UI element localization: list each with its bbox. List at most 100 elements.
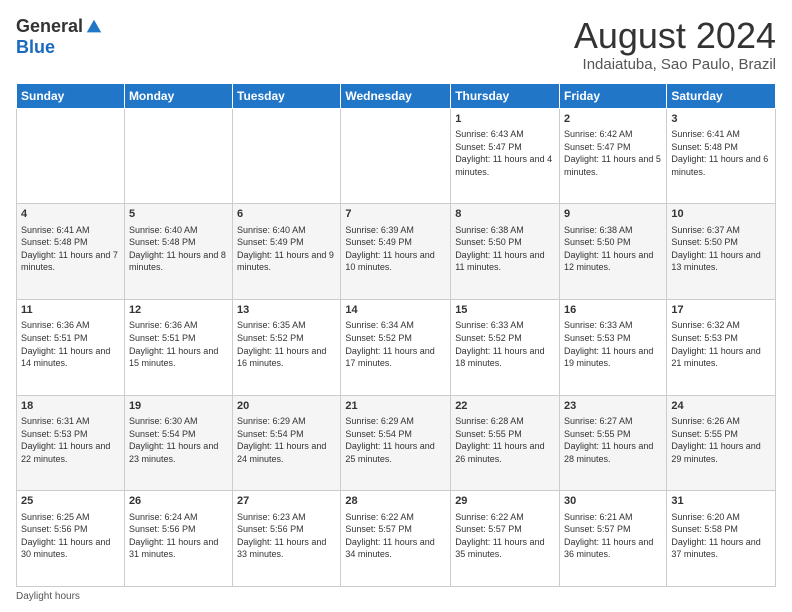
day-number: 14	[345, 303, 446, 318]
day-info: Sunrise: 6:32 AM Sunset: 5:53 PM Dayligh…	[671, 319, 771, 369]
calendar-cell: 16Sunrise: 6:33 AM Sunset: 5:53 PM Dayli…	[560, 299, 667, 395]
day-number: 30	[564, 494, 662, 509]
calendar-cell	[233, 108, 341, 204]
calendar-table: SundayMondayTuesdayWednesdayThursdayFrid…	[16, 83, 776, 587]
calendar-cell: 1Sunrise: 6:43 AM Sunset: 5:47 PM Daylig…	[451, 108, 560, 204]
page: General Blue August 2024 Indaiatuba, Sao…	[0, 0, 792, 612]
calendar-cell: 4 Sunrise: 6:41 AM Sunset: 5:48 PM Daylig…	[17, 204, 125, 300]
calendar-cell: 28 Sunrise: 6:22 AM Sunset: 5:57 PM Dayli…	[341, 491, 451, 587]
title-location: Indaiatuba, Sao Paulo, Brazil	[574, 56, 776, 73]
calendar-cell: 12Sunrise: 6:36 AM Sunset: 5:51 PM Dayli…	[124, 299, 232, 395]
footer-note: Daylight hours	[16, 591, 776, 602]
day-info: Sunrise: 6:23 AM Sunset: 5:56 PM Dayligh…	[237, 511, 336, 561]
day-info: Sunrise: 6:40 AM Sunset: 5:49 PM Dayligh…	[237, 224, 336, 274]
week-row-1: 4 Sunrise: 6:41 AM Sunset: 5:48 PM Daylig…	[17, 204, 776, 300]
header-day-wednesday: Wednesday	[341, 83, 451, 108]
day-info: Sunrise: 6:36 AM Sunset: 5:51 PM Dayligh…	[21, 319, 120, 369]
calendar-cell: 30 Sunrise: 6:21 AM Sunset: 5:57 PM Dayli…	[560, 491, 667, 587]
week-row-3: 18Sunrise: 6:31 AM Sunset: 5:53 PM Dayli…	[17, 395, 776, 491]
day-info: Sunrise: 6:25 AM Sunset: 5:56 PM Dayligh…	[21, 511, 120, 561]
day-info: Sunrise: 6:33 AM Sunset: 5:53 PM Dayligh…	[564, 319, 662, 369]
calendar-cell: 23Sunrise: 6:27 AM Sunset: 5:55 PM Dayli…	[560, 395, 667, 491]
day-info: Sunrise: 6:38 AM Sunset: 5:50 PM Dayligh…	[564, 224, 662, 274]
calendar-cell: 19Sunrise: 6:30 AM Sunset: 5:54 PM Dayli…	[124, 395, 232, 491]
header: General Blue August 2024 Indaiatuba, Sao…	[16, 16, 776, 73]
day-number: 26	[129, 494, 228, 509]
day-number: 6	[237, 207, 336, 222]
calendar-cell	[17, 108, 125, 204]
header-row: SundayMondayTuesdayWednesdayThursdayFrid…	[17, 83, 776, 108]
day-info: Sunrise: 6:30 AM Sunset: 5:54 PM Dayligh…	[129, 415, 228, 465]
day-info: Sunrise: 6:31 AM Sunset: 5:53 PM Dayligh…	[21, 415, 120, 465]
calendar-cell: 2Sunrise: 6:42 AM Sunset: 5:47 PM Daylig…	[560, 108, 667, 204]
calendar-cell: 20Sunrise: 6:29 AM Sunset: 5:54 PM Dayli…	[233, 395, 341, 491]
day-number: 8	[455, 207, 555, 222]
day-number: 12	[129, 303, 228, 318]
day-number: 31	[671, 494, 771, 509]
calendar-cell: 24Sunrise: 6:26 AM Sunset: 5:55 PM Dayli…	[667, 395, 776, 491]
day-info: Sunrise: 6:39 AM Sunset: 5:49 PM Dayligh…	[345, 224, 446, 274]
calendar-cell: 6 Sunrise: 6:40 AM Sunset: 5:49 PM Daylig…	[233, 204, 341, 300]
day-info: Sunrise: 6:36 AM Sunset: 5:51 PM Dayligh…	[129, 319, 228, 369]
day-number: 23	[564, 399, 662, 414]
day-info: Sunrise: 6:28 AM Sunset: 5:55 PM Dayligh…	[455, 415, 555, 465]
day-info: Sunrise: 6:41 AM Sunset: 5:48 PM Dayligh…	[21, 224, 120, 274]
calendar-cell: 9Sunrise: 6:38 AM Sunset: 5:50 PM Daylig…	[560, 204, 667, 300]
day-info: Sunrise: 6:26 AM Sunset: 5:55 PM Dayligh…	[671, 415, 771, 465]
day-number: 5	[129, 207, 228, 222]
calendar-cell: 25 Sunrise: 6:25 AM Sunset: 5:56 PM Dayli…	[17, 491, 125, 587]
header-day-thursday: Thursday	[451, 83, 560, 108]
day-number: 15	[455, 303, 555, 318]
calendar-cell	[124, 108, 232, 204]
logo-general-text: General	[16, 16, 83, 37]
day-number: 18	[21, 399, 120, 414]
calendar-cell: 11Sunrise: 6:36 AM Sunset: 5:51 PM Dayli…	[17, 299, 125, 395]
calendar-cell: 15Sunrise: 6:33 AM Sunset: 5:52 PM Dayli…	[451, 299, 560, 395]
calendar-cell: 18Sunrise: 6:31 AM Sunset: 5:53 PM Dayli…	[17, 395, 125, 491]
day-number: 10	[671, 207, 771, 222]
title-month: August 2024	[574, 16, 776, 56]
header-day-friday: Friday	[560, 83, 667, 108]
day-info: Sunrise: 6:22 AM Sunset: 5:57 PM Dayligh…	[345, 511, 446, 561]
day-number: 3	[671, 112, 771, 127]
day-number: 11	[21, 303, 120, 318]
calendar-cell: 7Sunrise: 6:39 AM Sunset: 5:49 PM Daylig…	[341, 204, 451, 300]
day-info: Sunrise: 6:22 AM Sunset: 5:57 PM Dayligh…	[455, 511, 555, 561]
day-info: Sunrise: 6:29 AM Sunset: 5:54 PM Dayligh…	[237, 415, 336, 465]
day-number: 27	[237, 494, 336, 509]
logo-blue-text: Blue	[16, 37, 55, 58]
day-info: Sunrise: 6:34 AM Sunset: 5:52 PM Dayligh…	[345, 319, 446, 369]
day-info: Sunrise: 6:38 AM Sunset: 5:50 PM Dayligh…	[455, 224, 555, 274]
day-number: 20	[237, 399, 336, 414]
day-number: 19	[129, 399, 228, 414]
day-info: Sunrise: 6:21 AM Sunset: 5:57 PM Dayligh…	[564, 511, 662, 561]
day-number: 2	[564, 112, 662, 127]
calendar-cell: 13Sunrise: 6:35 AM Sunset: 5:52 PM Dayli…	[233, 299, 341, 395]
calendar-cell: 10 Sunrise: 6:37 AM Sunset: 5:50 PM Dayli…	[667, 204, 776, 300]
day-info: Sunrise: 6:27 AM Sunset: 5:55 PM Dayligh…	[564, 415, 662, 465]
header-day-tuesday: Tuesday	[233, 83, 341, 108]
calendar-cell: 29Sunrise: 6:22 AM Sunset: 5:57 PM Dayli…	[451, 491, 560, 587]
header-day-monday: Monday	[124, 83, 232, 108]
logo-icon	[85, 18, 103, 36]
day-number: 13	[237, 303, 336, 318]
calendar-cell: 27 Sunrise: 6:23 AM Sunset: 5:56 PM Dayli…	[233, 491, 341, 587]
day-number: 28	[345, 494, 446, 509]
day-number: 4	[21, 207, 120, 222]
day-number: 25	[21, 494, 120, 509]
day-number: 21	[345, 399, 446, 414]
day-number: 1	[455, 112, 555, 127]
week-row-0: 1Sunrise: 6:43 AM Sunset: 5:47 PM Daylig…	[17, 108, 776, 204]
day-info: Sunrise: 6:20 AM Sunset: 5:58 PM Dayligh…	[671, 511, 771, 561]
day-info: Sunrise: 6:29 AM Sunset: 5:54 PM Dayligh…	[345, 415, 446, 465]
day-info: Sunrise: 6:37 AM Sunset: 5:50 PM Dayligh…	[671, 224, 771, 274]
day-info: Sunrise: 6:43 AM Sunset: 5:47 PM Dayligh…	[455, 128, 555, 178]
header-day-sunday: Sunday	[17, 83, 125, 108]
day-number: 17	[671, 303, 771, 318]
calendar-cell: 14Sunrise: 6:34 AM Sunset: 5:52 PM Dayli…	[341, 299, 451, 395]
day-info: Sunrise: 6:41 AM Sunset: 5:48 PM Dayligh…	[671, 128, 771, 178]
calendar-cell: 22Sunrise: 6:28 AM Sunset: 5:55 PM Dayli…	[451, 395, 560, 491]
week-row-4: 25 Sunrise: 6:25 AM Sunset: 5:56 PM Dayli…	[17, 491, 776, 587]
calendar-cell: 5Sunrise: 6:40 AM Sunset: 5:48 PM Daylig…	[124, 204, 232, 300]
day-number: 22	[455, 399, 555, 414]
